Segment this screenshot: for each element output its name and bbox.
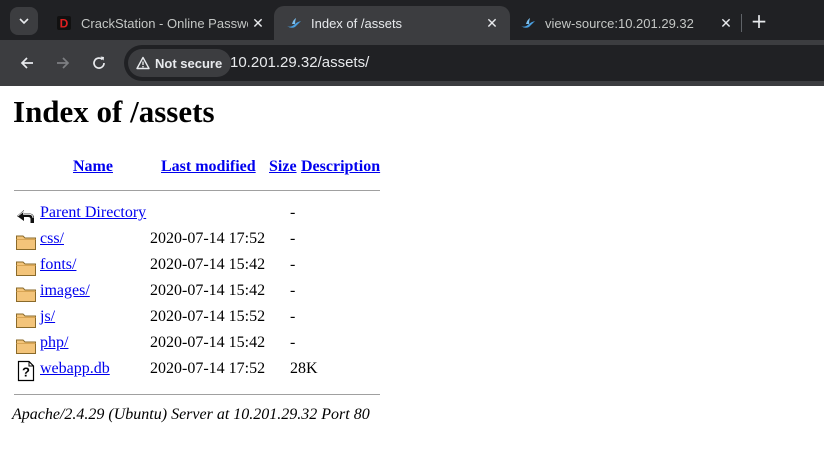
bird-icon [520,15,536,31]
file-link[interactable]: images/ [40,282,90,300]
folder-icon [15,282,37,304]
tab-divider [741,14,742,32]
modified-cell: 2020-07-14 15:42 [150,256,266,273]
page-content: Index of /assets Name Last modified Size… [0,86,824,449]
sort-by-last-modified-link[interactable]: Last modified [161,158,256,176]
url-text[interactable]: 10.201.29.32/assets/ [230,54,369,71]
file-link[interactable]: webapp.db [40,360,110,378]
svg-text:?: ? [22,365,30,380]
table-row: php/ 2020-07-14 15:42 - [0,332,420,358]
size-cell: - [290,282,296,299]
chevron-down-icon [19,18,29,25]
browser-chrome: D CrackStation - Online Password Hash Cr… [0,0,824,86]
not-secure-label: Not secure [155,55,223,71]
page-title: Index of /assets [13,94,215,129]
folder-icon [15,230,37,252]
file-link[interactable]: fonts/ [40,256,76,274]
file-link[interactable]: js/ [40,308,55,326]
warning-triangle-icon [136,56,150,70]
table-row: css/ 2020-07-14 17:52 - [0,228,420,254]
back-button[interactable] [15,51,39,75]
modified-cell: 2020-07-14 17:52 [150,360,266,377]
arrow-left-icon [20,57,33,69]
modified-cell: 2020-07-14 17:52 [150,230,266,247]
table-row: images/ 2020-07-14 15:42 - [0,280,420,306]
reload-button[interactable] [87,51,111,75]
reload-icon [93,56,105,69]
modified-cell: 2020-07-14 15:42 [150,282,266,299]
size-cell: - [290,308,296,325]
folder-icon [15,256,37,278]
tab-title: view-source:10.201.29.32 [545,15,694,31]
modified-cell: 2020-07-14 15:52 [150,308,266,325]
crackstation-d-icon: D [56,15,72,31]
forward-button[interactable] [51,51,75,75]
svg-text:D: D [60,17,69,31]
folder-icon [15,334,37,356]
arrow-right-icon [57,57,70,69]
sort-by-description-link[interactable]: Description [301,158,380,176]
tab-search-button[interactable] [10,7,38,35]
tab-index-of-assets[interactable]: Index of /assets ✕ [274,6,510,40]
size-cell: - [290,204,296,221]
file-link[interactable]: css/ [40,230,64,248]
tab-title: CrackStation - Online Password Hash Crac… [81,15,248,31]
new-tab-button[interactable]: + [747,9,771,33]
close-tab-icon[interactable]: ✕ [716,13,736,33]
tab-strip: D CrackStation - Online Password Hash Cr… [0,0,824,40]
parent-directory-link[interactable]: Parent Directory [40,204,146,222]
tab-title: Index of /assets [311,15,403,31]
folder-icon [15,308,37,330]
close-tab-icon[interactable]: ✕ [248,13,268,33]
back-arrow-icon [15,204,37,226]
site-security-chip[interactable]: Not secure [128,49,232,77]
address-bar[interactable]: Not secure 10.201.29.32/assets/ [124,45,824,81]
size-cell: - [290,334,296,351]
table-row: ? webapp.db 2020-07-14 17:52 28K [0,358,420,384]
table-row: fonts/ 2020-07-14 15:42 - [0,254,420,280]
server-signature: Apache/2.4.29 (Ubuntu) Server at 10.201.… [12,406,370,423]
footer-divider [14,394,380,395]
toolbar: Not secure 10.201.29.32/assets/ [0,40,824,86]
modified-cell: 2020-07-14 15:42 [150,334,266,351]
bird-icon [286,15,302,31]
table-row: js/ 2020-07-14 15:52 - [0,306,420,332]
header-divider [14,190,380,191]
unknown-file-icon: ? [15,360,37,382]
close-tab-icon[interactable]: ✕ [482,13,502,33]
size-cell: - [290,230,296,247]
tab-crackstation[interactable]: D CrackStation - Online Password Hash Cr… [44,6,276,40]
table-row-parent: Parent Directory - [0,202,420,228]
file-link[interactable]: php/ [40,334,68,352]
size-cell: - [290,256,296,273]
tab-view-source[interactable]: view-source:10.201.29.32 ✕ [508,6,744,40]
sort-by-name-link[interactable]: Name [73,158,113,176]
size-cell: 28K [290,360,318,377]
sort-by-size-link[interactable]: Size [269,158,297,176]
